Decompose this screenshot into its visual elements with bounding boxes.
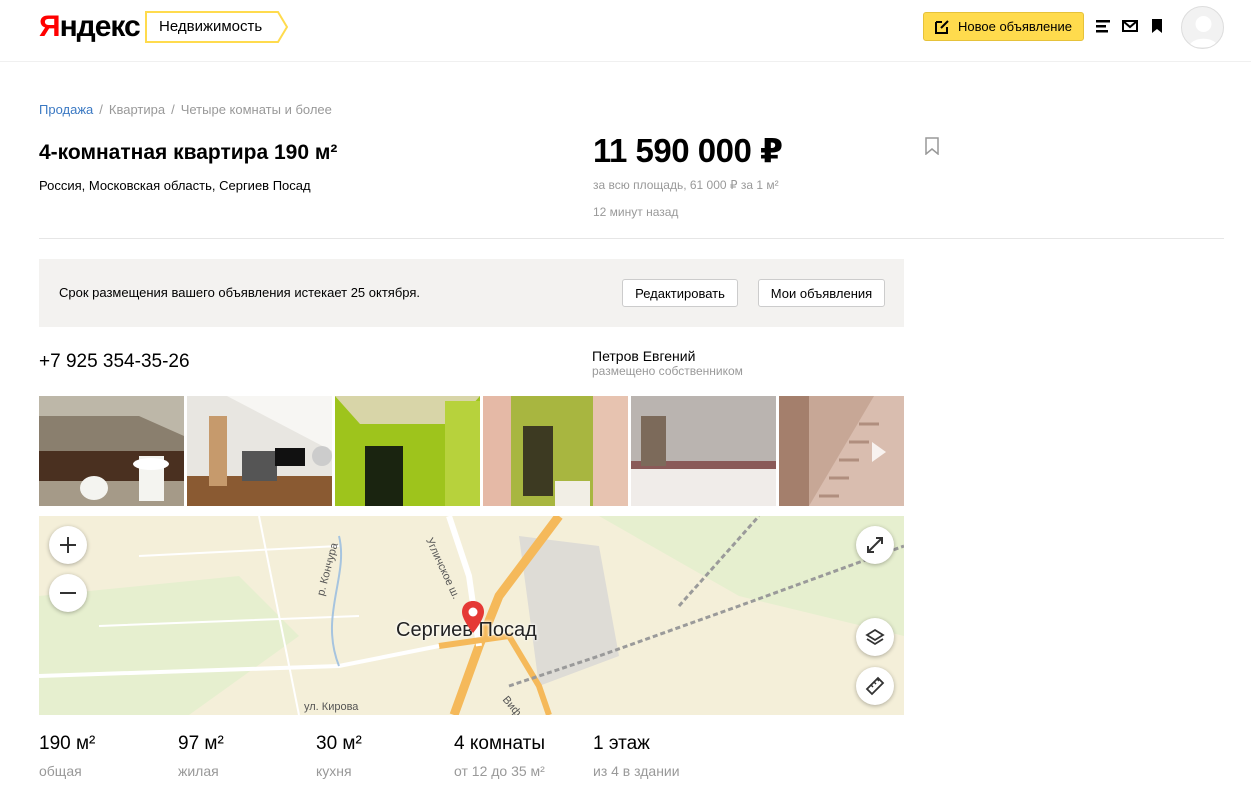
my-ads-button[interactable]: Мои объявления bbox=[758, 279, 885, 307]
stat-value: 97 м² bbox=[178, 733, 224, 754]
price-per-meter: за всю площадь, 61 000 ₽ за 1 м² bbox=[593, 178, 779, 192]
listing-address: Россия, Московская область, Сергиев Поса… bbox=[39, 178, 311, 193]
phone-number[interactable]: +7 925 354-35-26 bbox=[39, 351, 190, 373]
top-header: Яндекс Недвижимость Новое объявление bbox=[0, 0, 1251, 62]
stat-label: кухня bbox=[316, 763, 352, 779]
photo-bath-image bbox=[631, 396, 776, 506]
expiry-notice: Срок размещения вашего объявления истека… bbox=[39, 259, 904, 327]
gallery-next-arrow-icon[interactable] bbox=[872, 442, 886, 462]
stat-value: 1 этаж bbox=[593, 733, 650, 754]
map-street-label: ул. Кирова bbox=[304, 701, 359, 713]
location-pin-icon bbox=[462, 601, 484, 633]
breadcrumb-separator: / bbox=[99, 102, 103, 117]
fullscreen-button[interactable] bbox=[856, 526, 894, 564]
stat-value: 190 м² bbox=[39, 733, 96, 754]
favorite-bookmark-icon[interactable] bbox=[924, 137, 940, 155]
new-ad-label: Новое объявление bbox=[958, 19, 1072, 34]
photo-living-room-image bbox=[187, 396, 332, 506]
photo-bathroom-image bbox=[39, 396, 184, 506]
mail-icon[interactable] bbox=[1122, 18, 1138, 34]
logo-first-letter: Я bbox=[39, 10, 61, 43]
stat-living-area: 97 м² жилая bbox=[178, 733, 224, 779]
expiry-notice-text: Срок размещения вашего объявления истека… bbox=[59, 285, 421, 300]
yandex-logo[interactable]: Яндекс bbox=[39, 10, 141, 44]
user-avatar[interactable] bbox=[1181, 6, 1224, 49]
photo-living-room[interactable] bbox=[187, 396, 332, 506]
stat-label: жилая bbox=[178, 763, 219, 779]
breadcrumb-apartment[interactable]: Квартира bbox=[109, 102, 165, 117]
divider bbox=[39, 238, 1224, 239]
photo-bathroom[interactable] bbox=[39, 396, 184, 506]
user-silhouette-icon bbox=[1189, 16, 1218, 47]
new-ad-button[interactable]: Новое объявление bbox=[923, 12, 1084, 41]
breadcrumb-sale[interactable]: Продажа bbox=[39, 102, 93, 117]
photo-green-room[interactable] bbox=[335, 396, 480, 506]
photo-hallway[interactable] bbox=[483, 396, 628, 506]
photo-hallway-image bbox=[483, 396, 628, 506]
breadcrumb-rooms[interactable]: Четыре комнаты и более bbox=[181, 102, 332, 117]
edit-icon bbox=[935, 20, 949, 34]
listing-price: 11 590 000 ₽ bbox=[593, 132, 783, 169]
stat-label: из 4 в здании bbox=[593, 763, 680, 779]
layers-button[interactable] bbox=[856, 618, 894, 656]
seller-type: размещено собственником bbox=[592, 364, 743, 378]
published-time: 12 минут назад bbox=[593, 205, 679, 219]
menu-icon[interactable] bbox=[1095, 18, 1111, 34]
plus-icon bbox=[60, 537, 76, 553]
ruler-button[interactable] bbox=[856, 667, 894, 705]
photo-green-room-image bbox=[335, 396, 480, 506]
service-tab-realty[interactable]: Недвижимость bbox=[145, 11, 288, 43]
ruler-icon bbox=[865, 676, 885, 696]
stat-label: от 12 до 35 м² bbox=[454, 763, 545, 779]
edit-button[interactable]: Редактировать bbox=[622, 279, 738, 307]
photo-bath[interactable] bbox=[631, 396, 776, 506]
zoom-in-button[interactable] bbox=[49, 526, 87, 564]
expand-icon bbox=[867, 537, 883, 553]
layers-icon bbox=[865, 628, 885, 646]
listing-title: 4-комнатная квартира 190 м² bbox=[39, 141, 338, 164]
stat-rooms: 4 комнаты от 12 до 35 м² bbox=[454, 733, 545, 779]
seller-name: Петров Евгений bbox=[592, 348, 696, 364]
bookmark-icon[interactable] bbox=[1149, 18, 1165, 34]
stat-value: 30 м² bbox=[316, 733, 362, 754]
stat-kitchen-area: 30 м² кухня bbox=[316, 733, 362, 779]
location-map[interactable]: Угличское ш. р. Кончура ул. Кирова Виф С… bbox=[39, 516, 904, 715]
stat-total-area: 190 м² общая bbox=[39, 733, 95, 779]
service-tab-label: Недвижимость bbox=[159, 18, 263, 35]
stat-label: общая bbox=[39, 763, 82, 779]
breadcrumb-separator: / bbox=[171, 102, 175, 117]
stat-floor: 1 этаж из 4 в здании bbox=[593, 733, 680, 779]
logo-rest: ндекс bbox=[59, 10, 141, 43]
stat-value: 4 комнаты bbox=[454, 733, 546, 754]
breadcrumb: Продажа / Квартира / Четыре комнаты и более bbox=[39, 102, 332, 117]
minus-icon bbox=[60, 592, 76, 594]
zoom-out-button[interactable] bbox=[49, 574, 87, 612]
